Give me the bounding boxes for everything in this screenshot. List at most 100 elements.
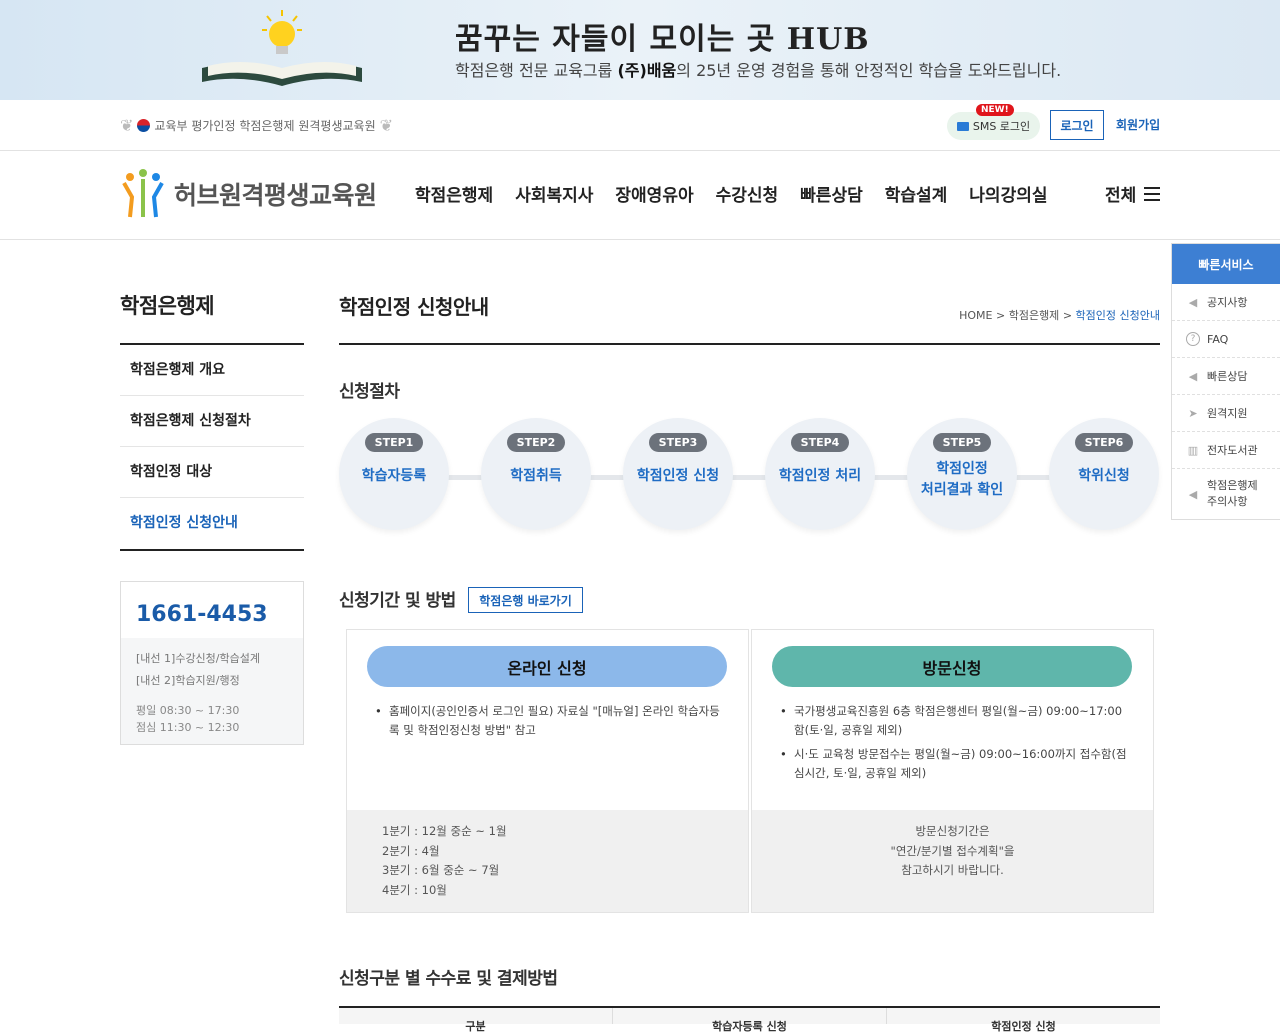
sidebar-menu: 학점은행제 개요 학점은행제 신청절차 학점인정 대상 학점인정 신청안내	[120, 343, 304, 551]
step-1: STEP1 학습자등록	[339, 418, 449, 530]
laurel-right-icon: ❦	[379, 115, 394, 135]
sidebar-item-procedure[interactable]: 학점은행제 신청절차	[120, 396, 304, 447]
step-tag: STEP1	[364, 433, 424, 452]
utility-bar: ❦ 교육부 평가인정 학점은행제 원격평생교육원 ❦ SMS 로그인 로그인 회…	[0, 100, 1280, 151]
certification-label: ❦ 교육부 평가인정 학점은행제 원격평생교육원 ❦	[120, 114, 393, 136]
book-icon	[202, 61, 362, 86]
envelope-icon	[956, 121, 969, 131]
step-tag: STEP2	[506, 433, 566, 452]
nav-my-classroom[interactable]: 나의강의실	[958, 181, 1058, 206]
step-label: 학점인정 신청	[636, 468, 720, 484]
step-label: 학점취득	[510, 468, 562, 484]
visit-note-line3: 참고하시기 바랍니다.	[901, 863, 1004, 877]
nav-early-childhood[interactable]: 장애영유아	[604, 181, 704, 206]
fee-table-header: 구분 학습자등록 신청 학점인정 신청	[339, 1006, 1160, 1033]
laurel-left-icon: ❦	[120, 115, 134, 135]
sidebar-item-application-guide[interactable]: 학점인정 신청안내	[120, 498, 304, 549]
cs-hours-lunch: 점심 11:30 ~ 12:30	[136, 721, 240, 734]
new-badge: NEW!	[976, 104, 1014, 116]
procedure-steps: STEP1 학습자등록 STEP2 학점취득 STEP3 학점인정 신청 STE…	[339, 418, 1160, 534]
cs-extension-2: [내선 2]학습지원/행정	[136, 674, 240, 687]
online-method-card: 온라인 신청 홈페이지(공인인증서 로그인 필요) 자료실 "[매뉴얼] 온라인…	[346, 629, 749, 913]
visit-method-list: 국가평생교육진흥원 6층 학점은행센터 평일(월~금) 09:00~17:00함…	[780, 702, 1131, 788]
quick-service-panel: 빠른서비스 ◀ 공지사항 ? FAQ ◀ 빠른상담 ➤ 원격지원 ▥ 전자도서관…	[1171, 243, 1280, 520]
visit-note-line2: "연간/분기별 접수계획"을	[890, 843, 1015, 858]
cs-phone: 1661-4453	[121, 582, 303, 638]
cs-hours: 평일 08:30 ~ 17:30 점심 11:30 ~ 12:30	[121, 702, 303, 736]
quick-item-consult[interactable]: ◀ 빠른상담	[1172, 358, 1280, 395]
step-tag: STEP6	[1074, 433, 1134, 452]
quick-item-faq[interactable]: ? FAQ	[1172, 321, 1280, 358]
speaker-icon: ◀	[1188, 369, 1198, 383]
nav-credit-bank[interactable]: 학점은행제	[404, 181, 504, 206]
speaker-icon: ◀	[1188, 487, 1198, 501]
step-label-line2: 처리결과 확인	[920, 482, 1004, 498]
fee-heading: 신청구분 별 수수료 및 결제방법	[339, 969, 558, 989]
cert-text: 교육부 평가인정 학점은행제 원격평생교육원	[154, 118, 376, 133]
step-tag: STEP4	[790, 433, 850, 452]
visit-note-line1: 방문신청기간은	[915, 824, 990, 838]
step-label: 학습자등록	[361, 468, 427, 484]
logo-text: 허브원격평생교육원	[174, 181, 377, 210]
breadcrumb-separator: >	[995, 309, 1006, 322]
fee-col-learner-registration: 학습자등록 신청	[613, 1008, 887, 1033]
quick-item-label: 공지사항	[1207, 296, 1248, 309]
join-link[interactable]: 회원가입	[1116, 116, 1160, 133]
site-logo[interactable]: 허브원격평생교육원	[120, 169, 377, 219]
site-header: 허브원격평생교육원 학점은행제 사회복지사 장애영유아 수강신청 빠른상담 학습…	[0, 151, 1280, 240]
visit-method-title: 방문신청	[772, 646, 1132, 687]
breadcrumb-current: 학점인정 신청안내	[1075, 309, 1160, 322]
banner-desc-pre: 학점은행 전문 교육그룹	[455, 61, 618, 80]
sidebar-title: 학점은행제	[120, 294, 215, 318]
visit-method-card: 방문신청 국가평생교육진흥원 6층 학점은행센터 평일(월~금) 09:00~1…	[751, 629, 1154, 913]
step-label: 학점인정 처리	[778, 468, 862, 484]
speaker-icon: ◀	[1188, 295, 1198, 309]
schedule-q4: 4분기 : 10월	[382, 882, 447, 897]
nav-study-plan[interactable]: 학습설계	[874, 181, 959, 206]
lightbulb-icon	[262, 10, 302, 54]
customer-service-box: 1661-4453 [내선 1]수강신청/학습설계 [내선 2]학습지원/행정 …	[120, 581, 304, 745]
login-button[interactable]: 로그인	[1050, 110, 1104, 140]
banner-tagline: 꿈꾸는 자들이 모이는 곳 HUB	[455, 22, 870, 57]
all-menu-button[interactable]: 전체	[1105, 181, 1161, 206]
hamburger-icon	[1144, 186, 1161, 201]
breadcrumb: HOME > 학점은행제 > 학점인정 신청안내	[959, 307, 1160, 323]
quick-item-notice[interactable]: ◀ 공지사항	[1172, 284, 1280, 321]
all-menu-label: 전체	[1105, 186, 1137, 206]
credit-bank-shortcut-button[interactable]: 학점은행 바로가기	[468, 587, 583, 613]
main-navigation: 학점은행제 사회복지사 장애영유아 수강신청 빠른상담 학습설계 나의강의실	[404, 181, 1059, 206]
online-method-title: 온라인 신청	[367, 646, 727, 687]
quick-item-e-library[interactable]: ▥ 전자도서관	[1172, 432, 1280, 469]
sidebar-item-overview[interactable]: 학점은행제 개요	[120, 345, 304, 396]
nav-quick-consult[interactable]: 빠른상담	[789, 181, 874, 206]
schedule-q3: 3분기 : 6월 중순 ~ 7월	[382, 863, 500, 877]
library-icon: ▥	[1187, 443, 1199, 457]
step-4: STEP4 학점인정 처리	[765, 418, 875, 530]
breadcrumb-separator: >	[1062, 309, 1073, 322]
step-label-line1: 학점인정	[936, 461, 988, 477]
nav-social-worker[interactable]: 사회복지사	[504, 181, 604, 206]
fee-col-category: 구분	[339, 1008, 613, 1033]
nav-enrollment[interactable]: 수강신청	[705, 181, 790, 206]
breadcrumb-parent[interactable]: 학점은행제	[1009, 309, 1060, 322]
banner-description: 학점은행 전문 교육그룹 (주)배움의 25년 운영 경험을 통해 안정적인 학…	[455, 57, 1061, 81]
banner-desc-brand: (주)배움	[617, 61, 677, 80]
step-label: 학점인정 처리결과 확인	[921, 459, 1003, 501]
breadcrumb-home[interactable]: HOME	[959, 309, 992, 322]
cs-hours-weekday: 평일 08:30 ~ 17:30	[136, 704, 240, 717]
step-tag: STEP3	[648, 433, 708, 452]
online-method-list: 홈페이지(공인인증서 로그인 필요) 자료실 "[매뉴얼] 온라인 학습자등록 …	[375, 702, 726, 745]
cs-extension-1: [내선 1]수강신청/학습설계	[136, 652, 260, 665]
schedule-q2: 2분기 : 4월	[382, 843, 440, 858]
quick-item-label: FAQ	[1207, 332, 1229, 346]
quick-item-cautions[interactable]: ◀ 학점은행제 주의사항	[1172, 469, 1280, 519]
sms-login-label: SMS 로그인	[972, 120, 1031, 133]
list-item: 홈페이지(공인인증서 로그인 필요) 자료실 "[매뉴얼] 온라인 학습자등록 …	[375, 702, 726, 740]
top-banner[interactable]: 꿈꾸는 자들이 모이는 곳 HUB 학점은행 전문 교육그룹 (주)배움의 25…	[0, 0, 1280, 100]
sidebar-item-eligibility[interactable]: 학점인정 대상	[120, 447, 304, 498]
step-2: STEP2 학점취득	[481, 418, 591, 530]
sms-login-button[interactable]: SMS 로그인	[947, 112, 1040, 140]
fee-col-credit-recognition: 학점인정 신청	[991, 1020, 1056, 1033]
quick-item-remote-support[interactable]: ➤ 원격지원	[1172, 395, 1280, 432]
step-5: STEP5 학점인정 처리결과 확인	[907, 418, 1017, 530]
